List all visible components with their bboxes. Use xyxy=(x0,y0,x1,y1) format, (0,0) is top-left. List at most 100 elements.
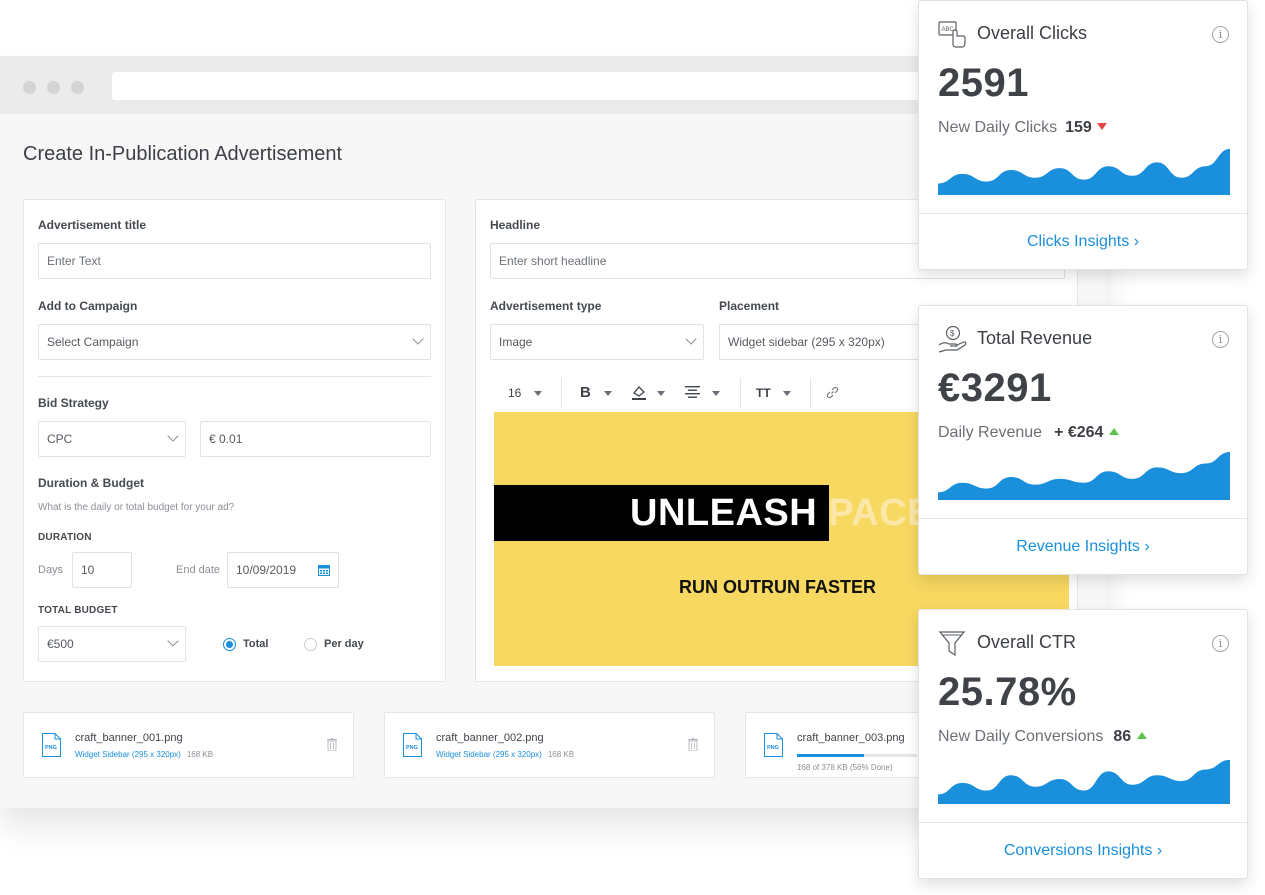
sparkline-area xyxy=(938,759,1230,804)
file-name: craft_banner_003.png xyxy=(797,732,905,744)
sparkline-chart xyxy=(938,148,1230,195)
card-link-label: Revenue Insights xyxy=(1016,538,1140,555)
campaign-select[interactable]: Select Campaign xyxy=(38,324,431,360)
card-sub-label: New Daily Clicks xyxy=(938,119,1058,136)
info-icon[interactable]: i xyxy=(1212,635,1229,652)
card-link-label: Clicks Insights xyxy=(1026,233,1130,250)
card-title: Overall CTR xyxy=(977,632,1077,652)
file-placement[interactable]: Widget Sidebar (295 x 320px) xyxy=(436,750,542,759)
sparkline-area xyxy=(938,452,1230,500)
file-placement[interactable]: Widget Sidebar (295 x 320px) xyxy=(75,750,181,759)
campaign-label: Add to Campaign xyxy=(38,299,138,313)
card-value: 2591 xyxy=(938,61,1029,105)
bid-amount-input[interactable]: € 0.01 xyxy=(200,421,431,457)
toolbar-separator xyxy=(740,378,741,408)
ad-title-input[interactable]: Enter Text xyxy=(38,243,431,279)
trend-down-icon xyxy=(1096,123,1107,130)
radio-total[interactable] xyxy=(223,638,236,651)
info-icon[interactable]: i xyxy=(1212,331,1229,348)
chevron-down-icon xyxy=(685,333,697,345)
upload-progress-fill xyxy=(797,754,865,757)
conversions-insights-link[interactable]: Conversions Insights › xyxy=(919,822,1247,880)
end-date-input[interactable]: 10/09/2019 xyxy=(227,552,339,588)
text-size-button[interactable]: TT xyxy=(756,386,771,400)
radio-per-day[interactable] xyxy=(304,638,317,651)
ad-headline-primary: UNLEASH xyxy=(630,492,818,534)
radio-per-day-label: Per day xyxy=(324,638,364,650)
card-title: Total Revenue xyxy=(977,328,1093,348)
card-link-label: Conversions Insights xyxy=(1003,842,1153,859)
end-date-value: 10/09/2019 xyxy=(236,563,297,577)
upload-status: 168 of 378 KB (56% Done) xyxy=(797,763,893,772)
file-meta: Widget Sidebar (295 x 320px) 168 KB xyxy=(436,750,574,759)
page-title: Create In-Publication Advertisement xyxy=(23,143,343,165)
revenue-hand-icon: $ xyxy=(938,325,967,353)
placement-label: Placement xyxy=(719,299,780,313)
window-minimize-dot[interactable] xyxy=(47,81,60,94)
card-sub-value: 159 xyxy=(1065,119,1092,136)
window-maximize-dot[interactable] xyxy=(71,81,84,94)
duration-label: DURATION xyxy=(38,532,92,543)
toolbar-separator xyxy=(810,378,811,408)
file-size: 168 KB xyxy=(186,750,214,759)
ad-settings-panel: Advertisement title Enter Text Add to Ca… xyxy=(23,199,446,682)
chevron-right-icon: › xyxy=(1156,842,1163,859)
ad-headline-secondary: PACE xyxy=(817,492,934,534)
headline-label: Headline xyxy=(490,218,541,232)
bid-strategy-value: CPC xyxy=(47,432,73,446)
chevron-down-icon xyxy=(167,635,179,647)
card-sub-value: + €264 xyxy=(1054,424,1104,441)
campaign-select-value: Select Campaign xyxy=(47,335,139,349)
link-icon[interactable] xyxy=(826,386,839,399)
fill-color-icon[interactable] xyxy=(631,384,647,400)
file-size: 168 KB xyxy=(547,750,575,759)
bid-strategy-select[interactable]: CPC xyxy=(38,421,186,457)
png-file-icon: PNG xyxy=(764,733,783,757)
duration-budget-label: Duration & Budget xyxy=(38,476,144,490)
ctr-card: Overall CTR i 25.78% New Daily Conversio… xyxy=(918,609,1248,879)
chevron-right-icon: › xyxy=(1144,538,1150,555)
days-input[interactable]: 10 xyxy=(72,552,132,588)
ad-type-label: Advertisement type xyxy=(490,299,602,313)
trend-up-icon xyxy=(1137,732,1148,739)
duration-budget-hint: What is the daily or total budget for yo… xyxy=(38,502,235,513)
sparkline-chart xyxy=(938,759,1230,804)
file-card[interactable]: PNG craft_banner_001.png Widget Sidebar … xyxy=(23,712,354,778)
budget-value: €500 xyxy=(47,637,74,651)
caret-down-icon xyxy=(783,391,791,396)
calendar-icon[interactable] xyxy=(318,564,330,576)
file-meta: Widget Sidebar (295 x 320px) 168 KB xyxy=(75,750,213,759)
upload-progress-bar xyxy=(797,754,917,757)
ad-subline: RUN OUTRUN FASTER xyxy=(679,577,876,597)
align-center-icon[interactable] xyxy=(685,386,700,398)
svg-text:$: $ xyxy=(950,329,955,338)
file-card[interactable]: PNG craft_banner_002.png Widget Sidebar … xyxy=(384,712,715,778)
ad-type-value: Image xyxy=(499,335,533,349)
bold-button[interactable]: B xyxy=(580,384,591,401)
card-sub: New Daily Conversions 86 xyxy=(938,728,1148,746)
clicks-card: ABC Overall Clicks i 2591 New Daily Clic… xyxy=(918,0,1248,270)
trash-icon[interactable] xyxy=(327,738,337,751)
click-icon: ABC xyxy=(938,21,966,48)
font-size-select[interactable]: 16 xyxy=(508,386,521,400)
trend-up-icon xyxy=(1109,428,1120,435)
days-label: Days xyxy=(38,564,64,576)
ad-type-select[interactable]: Image xyxy=(490,324,704,360)
funnel-icon xyxy=(938,631,966,657)
divider xyxy=(38,376,431,377)
caret-down-icon xyxy=(712,391,720,396)
trash-icon[interactable] xyxy=(688,738,698,751)
revenue-insights-link[interactable]: Revenue Insights › xyxy=(919,518,1247,576)
revenue-card: $ Total Revenue i €3291 Daily Revenue + €… xyxy=(918,305,1248,575)
total-budget-label: TOTAL BUDGET xyxy=(38,605,118,616)
png-file-icon: PNG xyxy=(42,733,61,757)
card-value: 25.78% xyxy=(938,670,1077,714)
info-icon[interactable]: i xyxy=(1212,26,1229,43)
budget-select[interactable]: €500 xyxy=(38,626,186,662)
chevron-down-icon xyxy=(167,430,179,442)
clicks-insights-link[interactable]: Clicks Insights › xyxy=(919,213,1247,271)
svg-text:PNG: PNG xyxy=(767,745,779,751)
radio-total-label: Total xyxy=(243,638,269,650)
window-close-dot[interactable] xyxy=(23,81,36,94)
file-name: craft_banner_001.png xyxy=(75,732,183,744)
